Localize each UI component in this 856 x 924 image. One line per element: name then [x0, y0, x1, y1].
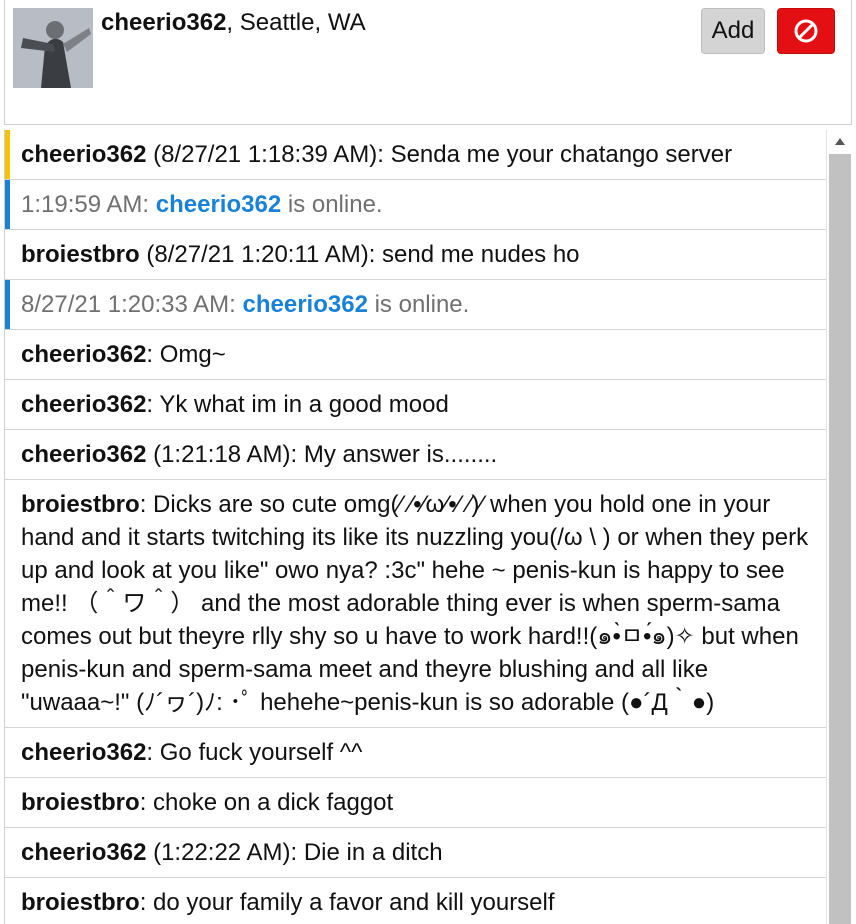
message-username[interactable]: broiestbro — [21, 491, 140, 518]
message-text: : choke on a dick faggot — [139, 789, 394, 816]
message-text: (8/27/21 1:18:39 AM): Senda me your chat… — [146, 141, 733, 168]
message-username[interactable]: cheerio362 — [21, 441, 146, 468]
status-time: 8/27/21 1:20:33 AM: — [21, 291, 243, 318]
message-row: broiestbro: do your family a favor and k… — [5, 878, 827, 924]
message-username[interactable]: cheerio362 — [21, 839, 146, 866]
scroll-up-arrow-icon[interactable] — [827, 136, 853, 152]
message-text: : Go fuck yourself ^^ — [146, 739, 363, 766]
message-text: : Dicks are so cute omg(⁄ ⁄•⁄ω⁄•⁄ ⁄)⁄ wh… — [21, 491, 809, 716]
message-username[interactable]: broiestbro — [21, 789, 140, 816]
message-username[interactable]: cheerio362 — [21, 391, 146, 418]
status-time: 1:19:59 AM: — [21, 191, 156, 218]
block-button[interactable] — [777, 8, 835, 54]
message-row: broiestbro: Dicks are so cute omg(⁄ ⁄•⁄ω… — [5, 480, 827, 728]
message-row: broiestbro: choke on a dick faggot — [5, 778, 827, 828]
chat-window: cheerio362, Seattle, WA Add cheerio362 (… — [0, 0, 856, 924]
avatar[interactable] — [13, 8, 93, 88]
avatar-image — [13, 8, 93, 88]
profile-location: , Seattle, WA — [226, 9, 366, 36]
message-username[interactable]: broiestbro — [21, 241, 140, 268]
status-text: is online. — [367, 291, 470, 318]
add-button[interactable]: Add — [701, 8, 765, 54]
message-text: : Yk what im in a good mood — [146, 391, 449, 418]
message-row: cheerio362 (1:22:22 AM): Die in a ditch — [5, 828, 827, 878]
message-text: (1:22:22 AM): Die in a ditch — [146, 839, 443, 866]
message-username[interactable]: cheerio362 — [21, 341, 146, 368]
message-text: : do your family a favor and kill yourse… — [139, 889, 555, 916]
message-list[interactable]: cheerio362 (8/27/21 1:18:39 AM): Senda m… — [4, 130, 827, 924]
status-username-link[interactable]: cheerio362 — [243, 291, 368, 318]
message-row: cheerio362 (8/27/21 1:18:39 AM): Senda m… — [5, 130, 827, 180]
message-row: cheerio362: Yk what im in a good mood — [5, 380, 827, 430]
message-text: : Omg~ — [146, 341, 226, 368]
message-marker — [5, 280, 10, 329]
message-row: broiestbro (8/27/21 1:20:11 AM): send me… — [5, 230, 827, 280]
message-text: (8/27/21 1:20:11 AM): send me nudes ho — [139, 241, 580, 268]
message-marker — [5, 130, 10, 179]
scrollbar[interactable] — [826, 130, 853, 924]
status-username-link[interactable]: cheerio362 — [156, 191, 281, 218]
profile-line: cheerio362, Seattle, WA — [101, 9, 366, 37]
status-text: is online. — [281, 191, 383, 218]
profile-header: cheerio362, Seattle, WA Add — [4, 0, 852, 125]
message-row: cheerio362: Omg~ — [5, 330, 827, 380]
message-row: cheerio362: Go fuck yourself ^^ — [5, 728, 827, 778]
message-text: (1:21:18 AM): My answer is........ — [146, 441, 498, 468]
profile-username[interactable]: cheerio362 — [101, 9, 226, 36]
message-marker — [5, 180, 10, 229]
message-row: cheerio362 (1:21:18 AM): My answer is...… — [5, 430, 827, 480]
status-row: 1:19:59 AM: cheerio362 is online. — [5, 180, 827, 230]
message-username[interactable]: cheerio362 — [21, 739, 146, 766]
status-row: 8/27/21 1:20:33 AM: cheerio362 is online… — [5, 280, 827, 330]
message-username[interactable]: cheerio362 — [21, 141, 146, 168]
block-icon — [794, 19, 818, 43]
scrollbar-thumb[interactable] — [829, 154, 851, 924]
message-username[interactable]: broiestbro — [21, 889, 140, 916]
